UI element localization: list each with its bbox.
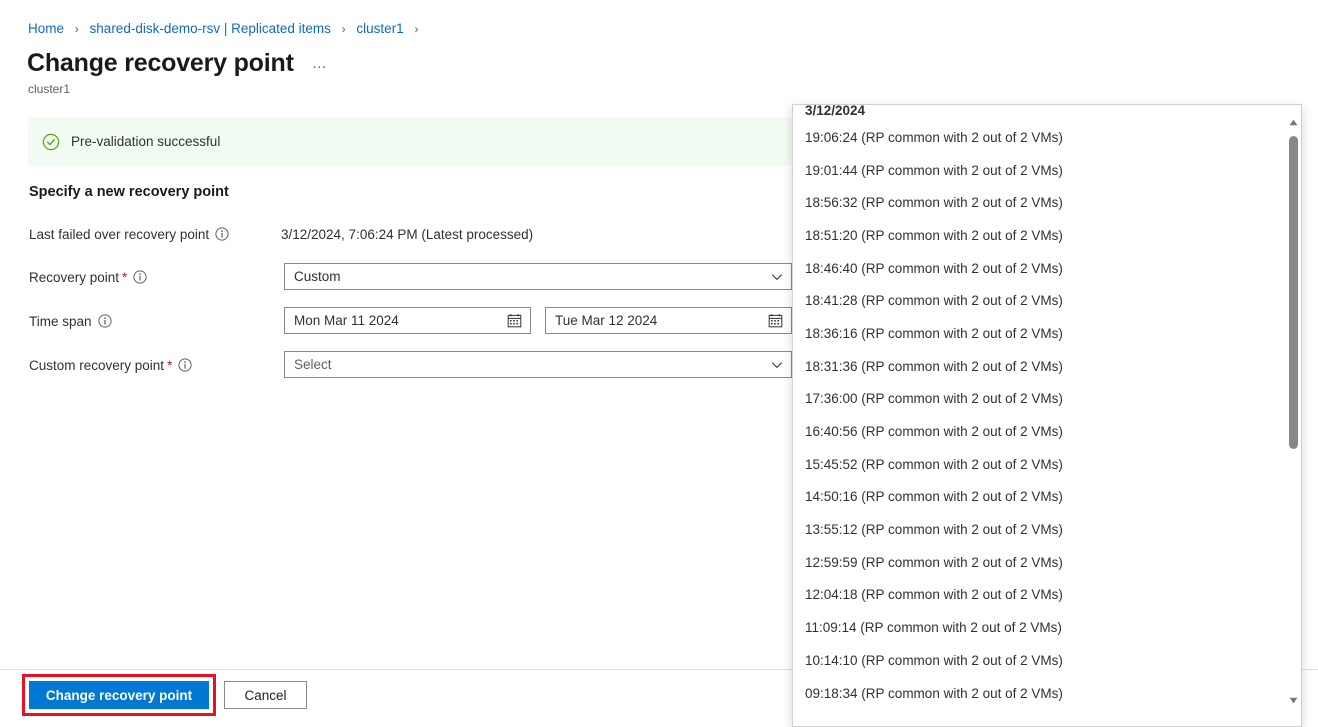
scroll-down-arrow-icon[interactable] (1285, 692, 1301, 709)
required-marker: * (167, 358, 172, 373)
page-subtitle: cluster1 (28, 81, 70, 97)
dropdown-item[interactable]: 17:36:00 (RP common with 2 out of 2 VMs) (793, 383, 1285, 416)
info-icon[interactable] (215, 227, 229, 241)
last-failed-over-label: Last failed over recovery point (29, 227, 229, 242)
info-icon[interactable] (98, 314, 112, 328)
dropdown-item[interactable]: 16:40:56 (RP common with 2 out of 2 VMs) (793, 415, 1285, 448)
dropdown-item[interactable]: 12:04:18 (RP common with 2 out of 2 VMs) (793, 579, 1285, 612)
scrollbar-thumb[interactable] (1289, 136, 1298, 449)
custom-recovery-point-dropdown: 3/12/2024 19:06:24 (RP common with 2 out… (792, 104, 1302, 727)
breadcrumb: Home › shared-disk-demo-rsv | Replicated… (28, 20, 425, 38)
info-icon[interactable] (178, 358, 192, 372)
breadcrumb-item-vault[interactable]: shared-disk-demo-rsv | Replicated items (90, 21, 331, 36)
dropdown-items: 19:06:24 (RP common with 2 out of 2 VMs)… (793, 121, 1285, 709)
dropdown-item[interactable]: 11:09:14 (RP common with 2 out of 2 VMs) (793, 611, 1285, 644)
recovery-point-label: Recovery point * (29, 270, 147, 285)
required-marker: * (122, 270, 127, 285)
dropdown-item[interactable]: 18:41:28 (RP common with 2 out of 2 VMs) (793, 284, 1285, 317)
dropdown-item[interactable]: 15:45:52 (RP common with 2 out of 2 VMs) (793, 448, 1285, 481)
dropdown-item[interactable]: 09:18:34 (RP common with 2 out of 2 VMs) (793, 677, 1285, 710)
dropdown-item[interactable]: 10:14:10 (RP common with 2 out of 2 VMs) (793, 644, 1285, 677)
page-header: Change recovery point … (27, 48, 328, 78)
recovery-point-select[interactable]: Custom (284, 263, 792, 290)
cancel-button[interactable]: Cancel (224, 681, 307, 709)
dropdown-item[interactable]: 19:01:44 (RP common with 2 out of 2 VMs) (793, 154, 1285, 187)
recovery-point-select-value: Custom (294, 269, 765, 284)
dropdown-item[interactable]: 18:46:40 (RP common with 2 out of 2 VMs) (793, 252, 1285, 285)
chevron-down-icon (771, 359, 783, 371)
dropdown-item[interactable]: 19:06:24 (RP common with 2 out of 2 VMs) (793, 121, 1285, 154)
dropdown-item[interactable]: 18:51:20 (RP common with 2 out of 2 VMs) (793, 219, 1285, 252)
dropdown-item[interactable]: 18:36:16 (RP common with 2 out of 2 VMs) (793, 317, 1285, 350)
scroll-up-arrow-icon[interactable] (1285, 114, 1301, 131)
breadcrumb-separator: › (75, 22, 79, 36)
breadcrumb-item-cluster[interactable]: cluster1 (356, 21, 403, 36)
check-circle-icon (42, 133, 60, 151)
dropdown-item[interactable]: 13:55:12 (RP common with 2 out of 2 VMs) (793, 513, 1285, 546)
custom-recovery-point-select[interactable]: Select (284, 351, 792, 378)
change-recovery-point-button[interactable]: Change recovery point (29, 681, 209, 709)
pre-validation-banner-text: Pre-validation successful (71, 134, 220, 149)
dropdown-scrollbar[interactable] (1284, 105, 1301, 726)
custom-recovery-point-placeholder: Select (294, 357, 765, 372)
section-title: Specify a new recovery point (29, 184, 229, 200)
dropdown-list: 3/12/2024 19:06:24 (RP common with 2 out… (793, 105, 1285, 726)
dropdown-item[interactable]: 18:56:32 (RP common with 2 out of 2 VMs) (793, 186, 1285, 219)
dropdown-item[interactable]: 14:50:16 (RP common with 2 out of 2 VMs) (793, 481, 1285, 514)
info-icon[interactable] (133, 270, 147, 284)
time-span-end-date-input[interactable]: Tue Mar 12 2024 (545, 307, 792, 334)
time-span-label: Time span (29, 314, 112, 329)
calendar-icon[interactable] (507, 313, 522, 328)
breadcrumb-separator: › (414, 22, 418, 36)
dropdown-item[interactable]: 12:59:59 (RP common with 2 out of 2 VMs) (793, 546, 1285, 579)
last-failed-over-value: 3/12/2024, 7:06:24 PM (Latest processed) (281, 227, 533, 242)
breadcrumb-separator: › (342, 22, 346, 36)
more-options-icon[interactable]: … (312, 55, 329, 72)
dropdown-item[interactable]: 18:31:36 (RP common with 2 out of 2 VMs) (793, 350, 1285, 383)
time-span-start-date-input[interactable]: Mon Mar 11 2024 (284, 307, 531, 334)
breadcrumb-item-home[interactable]: Home (28, 21, 64, 36)
calendar-icon[interactable] (768, 313, 783, 328)
dropdown-group-header: 3/12/2024 (793, 105, 1285, 121)
time-span-start-date-value: Mon Mar 11 2024 (294, 313, 501, 328)
custom-recovery-point-label: Custom recovery point * (29, 358, 192, 373)
page-title: Change recovery point (27, 48, 294, 78)
chevron-down-icon (771, 271, 783, 283)
time-span-end-date-value: Tue Mar 12 2024 (555, 313, 762, 328)
